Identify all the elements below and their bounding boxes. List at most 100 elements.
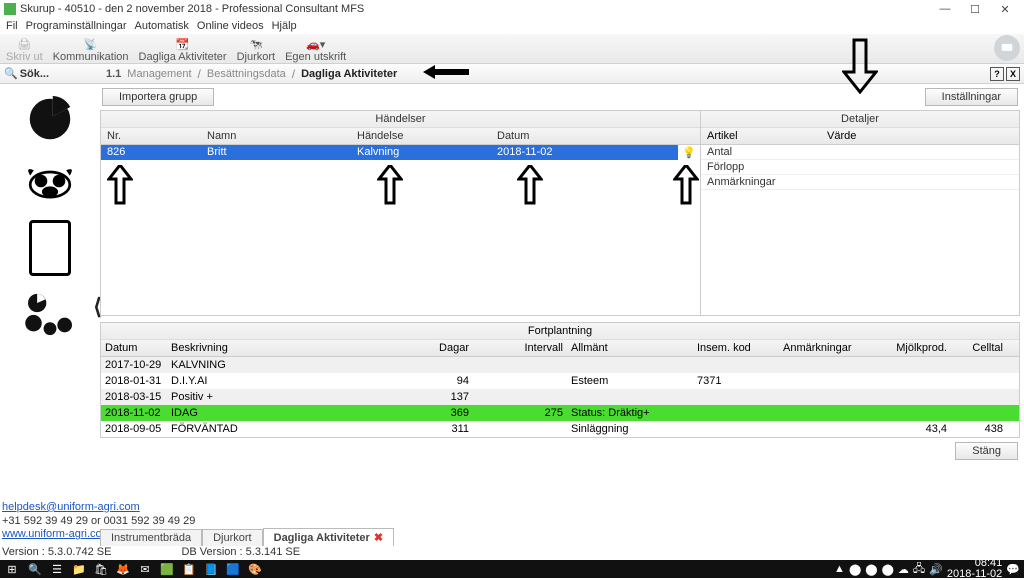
cell-name: Britt xyxy=(201,145,351,160)
outlook-icon[interactable]: ✉ xyxy=(134,563,156,576)
app-icon[interactable]: 🟩 xyxy=(156,563,178,576)
word-icon[interactable]: 📘 xyxy=(200,563,222,576)
col-insem[interactable]: Insem. kod xyxy=(693,340,779,356)
tray-icon[interactable]: ⬤ xyxy=(849,563,861,576)
printer-icon: 🖨 xyxy=(14,37,34,51)
communication-button[interactable]: 📡 Kommunikation xyxy=(51,37,131,63)
arrow-left-annotation xyxy=(423,63,471,84)
detail-row[interactable]: Förlopp xyxy=(701,160,1019,175)
col-date[interactable]: Datum xyxy=(491,128,700,144)
close-page-button[interactable]: Stäng xyxy=(955,442,1018,460)
events-title: Händelser xyxy=(101,111,700,128)
detail-row[interactable]: Anmärkningar xyxy=(701,175,1019,190)
menu-bar: Fil Programinställningar Automatisk Onli… xyxy=(0,18,1024,34)
events-columns: Nr. Namn Händelse Datum xyxy=(101,128,700,145)
reproduction-row[interactable]: 2018-03-15Positiv +137 xyxy=(101,389,1019,405)
store-icon[interactable]: 🛍 xyxy=(90,563,112,576)
minimize-button[interactable]: — xyxy=(930,1,960,17)
version-row: Version : 5.3.0.742 SE DB Version : 5.3.… xyxy=(2,544,300,560)
arrow-up-annotation xyxy=(377,165,403,205)
reproduction-columns: Datum Beskrivning Dagar Intervall Allmän… xyxy=(101,340,1019,357)
col-datum[interactable]: Datum xyxy=(101,340,167,356)
col-name[interactable]: Namn xyxy=(201,128,351,144)
breadcrumb-num: 1.1 xyxy=(106,68,121,80)
app-icon[interactable]: 📋 xyxy=(178,563,200,576)
explorer-icon[interactable]: 📁 xyxy=(68,563,90,576)
firefox-icon[interactable]: 🦊 xyxy=(112,563,134,576)
arrow-up-annotation xyxy=(517,165,543,205)
reproduction-row[interactable]: 2017-10-29KALVNING xyxy=(101,357,1019,373)
reproduction-row[interactable]: 2018-01-31D.I.Y.AI94Esteem7371 xyxy=(101,373,1019,389)
toolbar-label: Skriv ut xyxy=(6,51,43,63)
arrow-up-annotation xyxy=(673,165,699,205)
breadcrumb: 1.1 Management / Besättningsdata / Dagli… xyxy=(100,63,990,84)
tray-icon[interactable]: ⬤ xyxy=(882,563,894,576)
toolbar-label: Dagliga Aktiviteter xyxy=(139,51,227,63)
reproduction-row[interactable]: 2018-11-02IDAG369275Status: Dräktig+ xyxy=(101,405,1019,421)
col-cell[interactable]: Celltal xyxy=(951,340,1007,356)
menu-help[interactable]: Hjälp xyxy=(270,20,299,32)
col-article[interactable]: Artikel xyxy=(701,128,821,144)
settings-button[interactable]: Inställningar xyxy=(925,88,1018,106)
animal-card-button[interactable]: 🐄 Djurkort xyxy=(235,37,278,63)
col-value[interactable]: Värde xyxy=(821,128,1019,144)
nav-group-icon[interactable] xyxy=(22,292,78,339)
reproduction-row[interactable]: 2018-09-05FÖRVÄNTAD311Sinläggning43,4438 xyxy=(101,421,1019,437)
menu-onlinevideos[interactable]: Online videos xyxy=(195,20,266,32)
tray-icon[interactable]: 🖧 xyxy=(913,560,925,579)
col-mjolk[interactable]: Mjölkprod. xyxy=(879,340,951,356)
col-allmant[interactable]: Allmänt xyxy=(567,340,693,356)
search-input[interactable]: 🔍 Sök... xyxy=(0,67,100,80)
toolbar-label: Djurkort xyxy=(237,51,276,63)
tab-close-icon[interactable]: ✖ xyxy=(374,532,383,544)
import-group-button[interactable]: Importera grupp xyxy=(102,88,214,106)
toolbar-label: Kommunikation xyxy=(53,51,129,63)
hint-icon[interactable]: 💡 xyxy=(678,145,700,160)
cell-event: Kalvning xyxy=(351,145,491,160)
breadcrumb-part[interactable]: Management xyxy=(127,68,191,80)
nav-management-icon[interactable] xyxy=(27,96,73,145)
chat-icon[interactable] xyxy=(994,35,1020,61)
start-button[interactable]: ⊞ xyxy=(0,563,24,576)
daily-activities-button[interactable]: 📆 Dagliga Aktiviteter xyxy=(137,37,229,63)
col-beskrivning[interactable]: Beskrivning xyxy=(167,340,407,356)
col-dagar[interactable]: Dagar xyxy=(407,340,473,356)
sidebar: ⟨ xyxy=(0,84,100,544)
search-taskbar-icon[interactable]: 🔍 xyxy=(24,563,46,576)
breadcrumb-part[interactable]: Besättningsdata xyxy=(207,68,286,80)
col-nr[interactable]: Nr. xyxy=(101,128,201,144)
page-close-button[interactable]: X xyxy=(1006,67,1020,81)
col-intervall[interactable]: Intervall xyxy=(473,340,567,356)
tray-icon[interactable]: ▲ xyxy=(834,563,845,575)
detail-row[interactable]: Antal xyxy=(701,145,1019,160)
own-print-button[interactable]: 🚗▾ Egen utskrift xyxy=(283,37,348,63)
search-icon: 🔍 xyxy=(4,67,18,80)
close-button[interactable]: ✕ xyxy=(990,1,1020,17)
notifications-icon[interactable]: 💬 xyxy=(1006,563,1020,576)
help-button[interactable]: ? xyxy=(990,67,1004,81)
db-version: DB Version : 5.3.141 SE xyxy=(181,546,300,558)
menu-file[interactable]: Fil xyxy=(4,20,20,32)
tray-icon[interactable]: ☁ xyxy=(898,563,909,576)
menu-automatic[interactable]: Automatisk xyxy=(133,20,191,32)
events-pane: Händelser Nr. Namn Händelse Datum 826 Br… xyxy=(101,111,701,315)
nav-tablet-icon[interactable] xyxy=(29,220,71,276)
col-event[interactable]: Händelse xyxy=(351,128,491,144)
phone-text: +31 592 39 49 29 or xyxy=(2,515,101,527)
app-icon[interactable]: 🟦 xyxy=(222,563,244,576)
col-anm[interactable]: Anmärkningar xyxy=(779,340,879,356)
tray-icon[interactable]: ⬤ xyxy=(865,563,877,576)
print-button[interactable]: 🖨 Skriv ut xyxy=(4,37,45,63)
helpdesk-link[interactable]: helpdesk@uniform-agri.com xyxy=(2,501,195,515)
toolbar-label: Egen utskrift xyxy=(285,51,346,63)
taskbar-clock[interactable]: 08:41 2018-11-02 xyxy=(947,558,1002,580)
antenna-icon: 📡 xyxy=(81,37,101,51)
cell-date: 2018-11-02 xyxy=(497,146,672,159)
tray-icon[interactable]: 🔊 xyxy=(929,563,943,576)
nav-cow-icon[interactable] xyxy=(23,161,77,204)
menu-programsettings[interactable]: Programinställningar xyxy=(24,20,129,32)
maximize-button[interactable]: ☐ xyxy=(960,1,990,17)
events-row[interactable]: 826 Britt Kalvning 2018-11-02 💡 xyxy=(101,145,700,160)
taskview-icon[interactable]: ☰ xyxy=(46,563,68,576)
app-icon[interactable]: 🎨 xyxy=(244,563,266,576)
